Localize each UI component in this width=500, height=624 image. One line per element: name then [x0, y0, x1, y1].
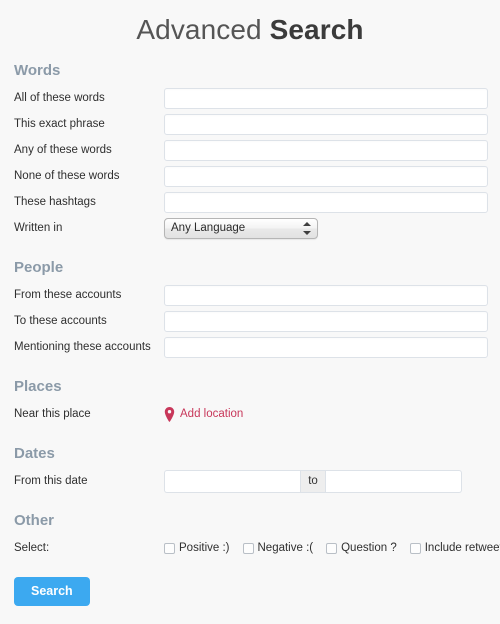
page-title-bold: Search: [269, 14, 364, 45]
page-title-thin: Advanced: [136, 14, 262, 45]
field-any-words: [164, 139, 500, 161]
language-select-value: Any Language: [164, 217, 318, 239]
row-written-in: Written in Any Language: [0, 215, 500, 241]
section-people: People From these accounts To these acco…: [0, 259, 500, 360]
field-select-filters: Positive :) Negative :( Question ? Inclu…: [164, 542, 500, 554]
field-to-accounts: [164, 310, 500, 332]
label-to-accounts: To these accounts: [14, 315, 107, 327]
section-heading-other: Other: [14, 512, 55, 529]
section-words: Words All of these words This exact phra…: [0, 62, 500, 241]
label-none-words: None of these words: [14, 170, 120, 182]
field-written-in: Any Language: [164, 217, 500, 239]
field-exact-phrase: [164, 113, 500, 135]
section-other: Other Select: Positive :) Negative :( Qu…: [0, 512, 500, 606]
field-near-place: Add location: [164, 406, 500, 422]
row-none-words: None of these words: [0, 163, 500, 189]
section-places: Places Near this place Add location: [0, 378, 500, 427]
language-select[interactable]: Any Language: [164, 217, 318, 239]
section-heading-places: Places: [14, 378, 62, 395]
checkbox-question-label: Question ?: [341, 542, 397, 554]
page-title: Advanced Search: [0, 0, 500, 44]
section-dates: Dates From this date to: [0, 445, 500, 494]
map-pin-icon: [164, 406, 175, 422]
label-all-words: All of these words: [14, 92, 105, 104]
row-from-date: From this date to: [0, 468, 500, 494]
date-separator-label: to: [300, 469, 326, 493]
date-range-group: to: [164, 469, 462, 493]
input-date-start[interactable]: [164, 469, 301, 493]
checkbox-negative-label: Negative :(: [257, 542, 314, 554]
row-from-accounts: From these accounts: [0, 282, 500, 308]
label-written-in: Written in: [14, 222, 63, 234]
row-hashtags: These hashtags: [0, 189, 500, 215]
input-from-accounts[interactable]: [164, 284, 488, 306]
section-heading-people: People: [14, 259, 64, 276]
field-all-words: [164, 87, 500, 109]
row-any-words: Any of these words: [0, 137, 500, 163]
checkbox-box-icon: [242, 542, 254, 554]
input-exact-phrase[interactable]: [164, 113, 488, 135]
label-exact-phrase: This exact phrase: [14, 118, 105, 130]
input-mentioning-accounts[interactable]: [164, 336, 488, 358]
search-button[interactable]: Search: [14, 577, 90, 606]
search-button-row: Search: [0, 577, 500, 606]
field-hashtags: [164, 191, 500, 213]
label-any-words: Any of these words: [14, 144, 112, 156]
checkbox-box-icon: [409, 542, 421, 554]
input-to-accounts[interactable]: [164, 310, 488, 332]
checkbox-positive-label: Positive :): [179, 542, 230, 554]
section-heading-words: Words: [14, 62, 61, 79]
checkbox-box-icon: [164, 542, 175, 554]
row-exact-phrase: This exact phrase: [0, 111, 500, 137]
checkbox-negative[interactable]: Negative :(: [242, 542, 314, 554]
row-select-filters: Select: Positive :) Negative :( Question…: [0, 535, 500, 561]
input-any-words[interactable]: [164, 139, 488, 161]
advanced-search-page: Advanced Search Words All of these words…: [0, 0, 500, 624]
field-mentioning-accounts: [164, 336, 500, 358]
checkbox-positive[interactable]: Positive :): [164, 542, 230, 554]
row-to-accounts: To these accounts: [0, 308, 500, 334]
input-all-words[interactable]: [164, 87, 488, 109]
input-none-words[interactable]: [164, 165, 488, 187]
row-near-place: Near this place Add location: [0, 401, 500, 427]
label-select-filters: Select:: [14, 542, 50, 554]
section-heading-dates: Dates: [14, 445, 55, 462]
checkbox-question[interactable]: Question ?: [326, 542, 397, 554]
input-hashtags[interactable]: [164, 191, 488, 213]
field-from-date: to: [164, 469, 500, 493]
input-date-end[interactable]: [325, 469, 462, 493]
checkbox-group: Positive :) Negative :( Question ? Inclu…: [164, 542, 500, 554]
label-mentioning-accounts: Mentioning these accounts: [14, 341, 151, 353]
row-mentioning-accounts: Mentioning these accounts: [0, 334, 500, 360]
add-location-label: Add location: [180, 408, 244, 420]
checkbox-box-icon: [326, 542, 338, 554]
row-all-words: All of these words: [0, 85, 500, 111]
label-near-place: Near this place: [14, 408, 91, 420]
label-from-accounts: From these accounts: [14, 289, 122, 301]
field-none-words: [164, 165, 500, 187]
label-from-date: From this date: [14, 475, 88, 487]
add-location-link[interactable]: Add location: [164, 406, 244, 422]
label-hashtags: These hashtags: [14, 196, 96, 208]
checkbox-include-retweets[interactable]: Include retweets: [409, 542, 500, 554]
checkbox-include-retweets-label: Include retweets: [424, 542, 500, 554]
field-from-accounts: [164, 284, 500, 306]
